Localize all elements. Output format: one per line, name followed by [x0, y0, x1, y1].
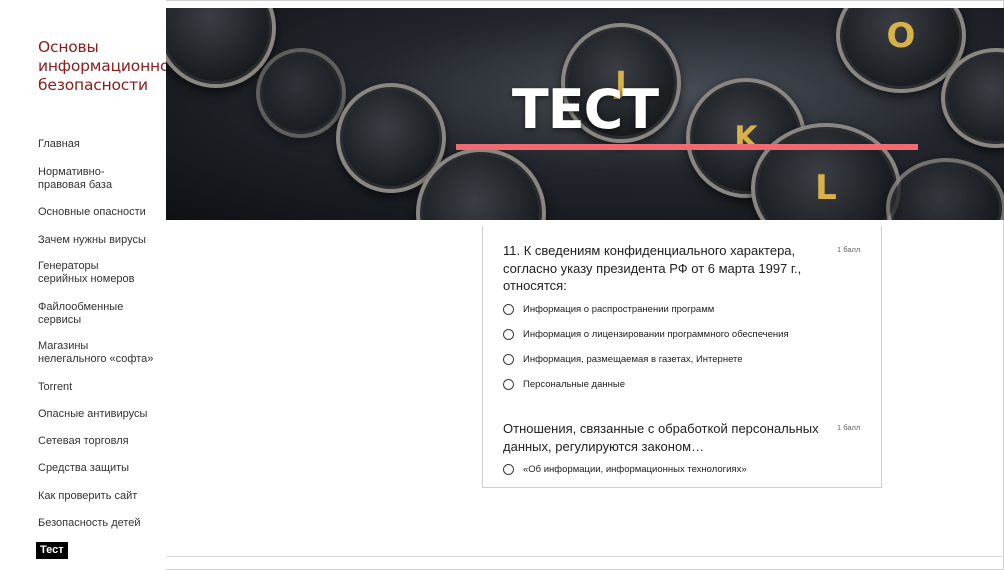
nav-item-illegal-software-stores[interactable]: Магазины нелегального «софта» — [38, 340, 156, 365]
question-title: 11. К сведениям конфиденциального характ… — [503, 243, 802, 293]
nav-item-why-viruses[interactable]: Зачем нужны вирусы — [38, 234, 146, 247]
nav-item-home[interactable]: Главная — [38, 138, 80, 151]
header-banner: J K L O ТЕСТ — [166, 8, 1004, 220]
typewriter-key — [886, 158, 1004, 220]
banner-underline — [456, 144, 918, 150]
nav-item-dangerous-antivirus[interactable]: Опасные антивирусы — [38, 408, 147, 421]
question-title: Отношения, связанные с обработкой персон… — [503, 421, 819, 454]
nav-item-check-site[interactable]: Как проверить сайт — [38, 490, 137, 503]
points-label: 1 балл — [837, 245, 861, 254]
radio-icon[interactable] — [503, 379, 514, 390]
radio-icon[interactable] — [503, 304, 514, 315]
answer-option[interactable]: Персональные данные — [503, 379, 625, 390]
radio-icon[interactable] — [503, 464, 514, 475]
answer-option-label: Информация, размещаемая в газетах, Интер… — [523, 354, 743, 365]
nav-item-file-sharing[interactable]: Файлообменные сервисы — [38, 301, 138, 326]
answer-option[interactable]: Информация о лицензировании программного… — [503, 329, 789, 340]
quiz-form: 11. К сведениям конфиденциального характ… — [482, 226, 882, 488]
answer-option[interactable]: Информация о распространении программ — [503, 304, 714, 315]
answer-option[interactable]: «Об информации, информационных технологи… — [503, 464, 747, 475]
points-label: 1 балл — [837, 423, 861, 432]
nav-item-main-dangers[interactable]: Основные опасности — [38, 206, 146, 219]
nav-item-online-trade[interactable]: Сетевая торговля — [38, 435, 129, 448]
nav-item-test[interactable]: Тест — [36, 542, 68, 559]
answer-option-label: Информация о лицензировании программного… — [523, 329, 789, 340]
site-title[interactable]: Основы информационной безопасности — [38, 38, 179, 95]
answer-option-label: Информация о распространении программ — [523, 304, 715, 315]
radio-icon[interactable] — [503, 329, 514, 340]
radio-icon[interactable] — [503, 354, 514, 365]
nav-item-protection-tools[interactable]: Средства защиты — [38, 462, 129, 475]
nav-item-torrent[interactable]: Torrent — [38, 381, 72, 394]
answer-option-label: «Об информации, информационных технологи… — [523, 464, 747, 475]
answer-option[interactable]: Информация, размещаемая в газетах, Интер… — [503, 354, 743, 365]
nav-item-legal-base[interactable]: Нормативно-правовая база — [38, 166, 138, 191]
nav-item-serial-generators[interactable]: Генераторы серийных номеров — [38, 260, 148, 285]
sidebar: Основы информационной безопасности Главн… — [0, 0, 179, 570]
nav-item-child-safety[interactable]: Безопасность детей — [38, 517, 141, 530]
footer-divider — [166, 556, 1004, 557]
banner-title: ТЕСТ — [511, 78, 659, 141]
answer-option-label: Персональные данные — [523, 379, 625, 390]
